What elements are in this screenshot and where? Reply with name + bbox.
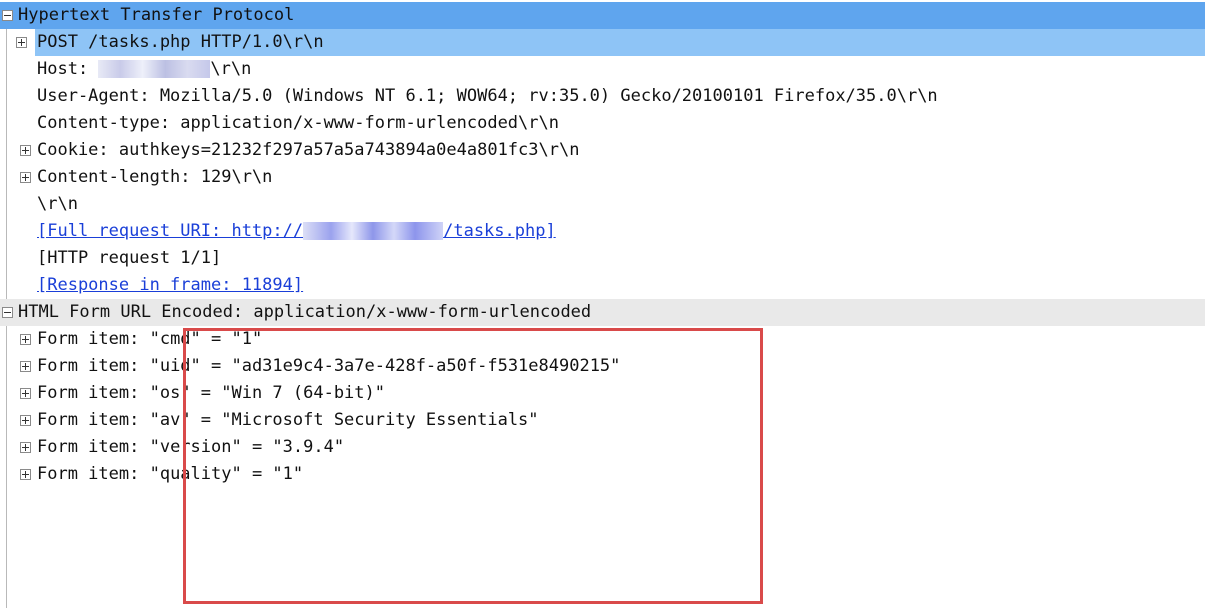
redacted-host-image	[98, 60, 211, 78]
content-type-field[interactable]: Content-type: application/x-www-form-url…	[0, 110, 1205, 137]
user-agent-label: User-Agent: Mozilla/5.0 (Windows NT 6.1;…	[37, 86, 938, 106]
request-line-node[interactable]: POST /tasks.php HTTP/1.0\r\n	[16, 29, 1205, 56]
collapse-icon[interactable]	[2, 307, 13, 318]
host-suffix: \r\n	[210, 59, 252, 79]
form-item-label: Form item:	[37, 464, 150, 484]
content-type-label: Content-type: application/x-www-form-url…	[37, 113, 559, 133]
expand-icon[interactable]	[20, 415, 31, 426]
form-urlencoded-label: HTML Form URL Encoded: application/x-www…	[18, 302, 592, 322]
http-protocol-node[interactable]: Hypertext Transfer Protocol	[0, 2, 1205, 29]
full-request-uri-link[interactable]: [Full request URI: http:// /tasks.php]	[0, 218, 1205, 245]
user-agent-field[interactable]: User-Agent: Mozilla/5.0 (Windows NT 6.1;…	[0, 83, 1205, 110]
crlf-label: \r\n	[37, 194, 78, 214]
expand-icon[interactable]	[20, 145, 31, 156]
http-request-count[interactable]: [HTTP request 1/1]	[0, 245, 1205, 272]
form-item-label: Form item:	[37, 356, 150, 376]
response-frame-link[interactable]: [Response in frame: 11894]	[0, 272, 1205, 299]
form-item-label: Form item:	[37, 329, 150, 349]
form-item-label: Form item:	[37, 383, 150, 403]
cookie-label: Cookie: authkeys=21232f297a57a5a743894a0…	[37, 140, 580, 160]
expand-icon[interactable]	[20, 469, 31, 480]
response-frame-label: [Response in frame: 11894]	[37, 275, 304, 295]
full-uri-suffix: /tasks.php]	[443, 221, 556, 241]
content-length-node[interactable]: Content-length: 129\r\n	[0, 164, 1205, 191]
host-label: Host:	[37, 59, 99, 79]
expand-icon[interactable]	[20, 334, 31, 345]
form-item-label: Form item:	[37, 410, 150, 430]
form-item-label: Form item:	[37, 437, 150, 457]
host-field[interactable]: Host: \r\n	[0, 56, 1205, 83]
request-count-label: [HTTP request 1/1]	[37, 248, 222, 268]
full-uri-prefix: [Full request URI: http://	[37, 221, 304, 241]
request-line-label: POST /tasks.php HTTP/1.0\r\n	[37, 32, 324, 52]
expand-icon[interactable]	[16, 37, 27, 48]
collapse-icon[interactable]	[2, 10, 13, 21]
expand-icon[interactable]	[20, 172, 31, 183]
highlight-annotation-box	[183, 328, 763, 604]
expand-icon[interactable]	[20, 388, 31, 399]
redacted-uri-image	[303, 222, 444, 240]
crlf-field[interactable]: \r\n	[0, 191, 1205, 218]
expand-icon[interactable]	[20, 361, 31, 372]
http-protocol-label: Hypertext Transfer Protocol	[18, 5, 295, 25]
cookie-node[interactable]: Cookie: authkeys=21232f297a57a5a743894a0…	[0, 137, 1205, 164]
content-length-label: Content-length: 129\r\n	[37, 167, 273, 187]
form-urlencoded-node[interactable]: HTML Form URL Encoded: application/x-www…	[0, 299, 1205, 326]
expand-icon[interactable]	[20, 442, 31, 453]
